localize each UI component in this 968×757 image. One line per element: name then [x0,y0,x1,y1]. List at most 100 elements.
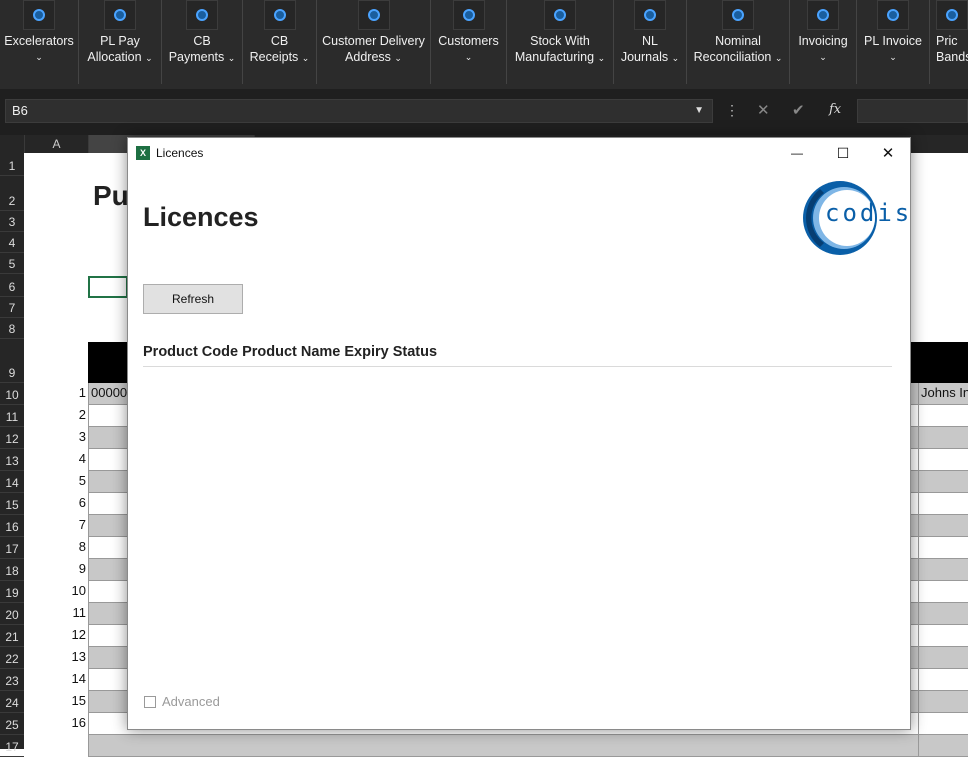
chevron-down-icon: ⌄ [774,53,783,63]
advanced-checkbox[interactable]: Advanced [144,694,220,709]
table-cell[interactable] [918,493,968,515]
column-header-product-name: Product Name [242,344,341,360]
row-header[interactable]: 14 [0,471,24,493]
advanced-label: Advanced [162,694,220,709]
row-header[interactable]: 19 [0,581,24,603]
column-header-product-code: Product Code [143,344,239,360]
ribbon-cb-payments-button[interactable]: CB Payments ⌄ [162,0,243,84]
row-header[interactable]: 1 [0,153,24,176]
row-header[interactable]: 9 [0,339,24,383]
insert-function-icon[interactable]: fx [829,102,841,117]
price-bands-icon [936,0,968,30]
table-cell[interactable] [918,405,968,427]
line-number: 6 [78,495,86,510]
dialog-titlebar[interactable]: X Licences — ☐ ✕ [128,138,910,168]
sheet-title-fragment: Pu [93,180,129,211]
table-cell[interactable] [918,427,968,449]
minimize-button[interactable]: — [774,138,820,168]
chevron-down-icon: ⌄ [597,53,606,63]
ribbon-label: Pric [936,34,958,48]
table-cell[interactable] [918,559,968,581]
ribbon-invoicing-button[interactable]: Invoicing ⌄ [790,0,857,84]
ribbon-cb-receipts-button[interactable]: CB Receipts ⌄ [243,0,317,84]
cancel-icon[interactable]: ✕ [757,103,770,118]
table-cell[interactable] [918,625,968,647]
line-number: 3 [78,429,86,444]
row-header[interactable]: 15 [0,493,24,515]
excelerators-icon [23,0,55,30]
ribbon-label: Journals [620,50,669,64]
row-header[interactable]: 7 [0,297,24,318]
ribbon-excelerators-button[interactable]: Excelerators ⌄ [0,0,79,84]
dropdown-arrow-icon[interactable]: ▼ [694,100,704,122]
name-box[interactable]: B6 ▼ [5,99,713,123]
ribbon-label: PL Invoice [864,34,922,48]
ribbon-nl-journals-button[interactable]: NL Journals ⌄ [614,0,687,84]
table-cell[interactable] [918,691,968,713]
formula-input[interactable] [857,99,968,123]
row-header[interactable]: 13 [0,449,24,471]
codis-logo: codis [800,177,909,259]
row-header[interactable]: 17 [0,735,24,757]
formula-bar: B6 ▼ ⋮ ✕ ✔ fx [0,89,968,135]
ribbon-label: Customers [438,34,499,48]
row-header[interactable]: 21 [0,625,24,647]
ribbon-label: CB [270,34,289,48]
row-header[interactable]: 5 [0,253,24,274]
row-header[interactable]: 11 [0,405,24,427]
window-title: Licences [156,146,204,160]
line-number: 11 [72,605,87,620]
row-header[interactable]: 24 [0,691,24,713]
ribbon-label: Address [345,50,391,64]
ribbon-pl-pay-allocation-button[interactable]: PL Pay Allocation ⌄ [79,0,162,84]
enter-check-icon[interactable]: ✔ [792,103,805,118]
more-options-icon[interactable]: ⋮ [725,103,739,117]
row-header[interactable]: 22 [0,647,24,669]
table-cell[interactable] [918,449,968,471]
ribbon-pl-invoice-button[interactable]: PL Invoice ⌄ [857,0,930,84]
row-header[interactable]: 6 [0,274,24,297]
pl-invoice-icon [877,0,909,30]
ribbon-customers-button[interactable]: Customers ⌄ [431,0,507,84]
select-all-corner[interactable] [0,135,25,153]
column-header-a[interactable]: A [25,135,89,153]
row-header[interactable]: 12 [0,427,24,449]
table-cell[interactable] [918,713,968,735]
row-header[interactable]: 10 [0,383,24,405]
table-cell[interactable] [918,581,968,603]
table-cell[interactable] [918,537,968,559]
table-row[interactable] [88,735,968,757]
table-cell[interactable] [918,515,968,537]
table-cell[interactable] [918,471,968,493]
row-header[interactable]: 4 [0,232,24,253]
table-cell[interactable] [918,647,968,669]
ribbon-label: Bands [936,50,968,64]
close-button[interactable]: ✕ [865,138,911,168]
row-header[interactable]: 16 [0,515,24,537]
table-cell[interactable] [918,669,968,691]
row-header[interactable]: 8 [0,318,24,339]
table-cell[interactable] [918,603,968,625]
maximize-button[interactable]: ☐ [820,138,866,168]
refresh-button[interactable]: Refresh [143,284,243,314]
line-number: 9 [78,561,86,576]
ribbon-customer-delivery-address-button[interactable]: Customer Delivery Address ⌄ [317,0,431,84]
ribbon-stock-with-manufacturing-button[interactable]: Stock With Manufacturing ⌄ [507,0,614,84]
row-header[interactable]: 23 [0,669,24,691]
row-header[interactable]: 17 [0,537,24,559]
cell-customer-fragment: Johns In [921,385,968,400]
chevron-down-icon: ⌄ [464,52,473,62]
ribbon-nominal-reconciliation-button[interactable]: Nominal Reconciliation ⌄ [687,0,790,84]
row-header[interactable]: 2 [0,176,24,211]
ribbon-label: Excelerators [4,34,74,48]
row-header[interactable]: 18 [0,559,24,581]
ribbon-price-bands-button[interactable]: Pric Bands [930,0,968,84]
line-number: 4 [78,451,86,466]
selected-cell-b6[interactable] [88,276,128,298]
row-header[interactable]: 25 [0,713,24,735]
checkbox-icon[interactable] [144,695,156,708]
line-number: 1 [78,385,86,400]
table-cell[interactable] [918,735,968,757]
row-header[interactable]: 3 [0,211,24,232]
row-header[interactable]: 20 [0,603,24,625]
